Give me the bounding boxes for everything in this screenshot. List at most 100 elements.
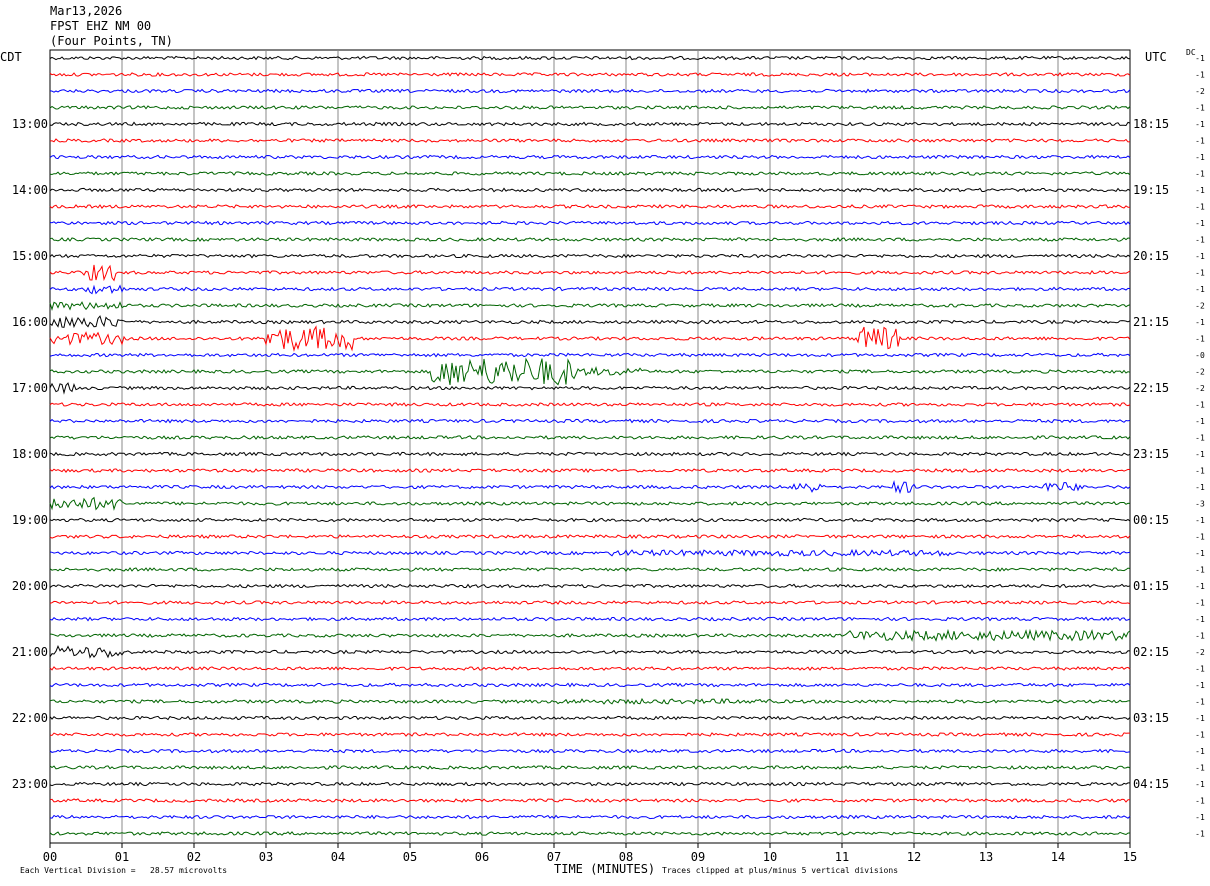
- dc-offset-label: -1: [1195, 269, 1205, 278]
- footer-scale-note: Each Vertical Division = 28.57 microvolt…: [20, 866, 228, 875]
- trace-line-18: [49, 352, 1131, 358]
- trace-line-3: [49, 105, 1131, 110]
- dc-offset-label: -1: [1195, 566, 1205, 575]
- dc-offset-label: -1: [1195, 236, 1205, 245]
- x-tick-label: 09: [691, 850, 705, 864]
- left-hour-label: 22:00: [12, 711, 48, 725]
- trace-line-36: [49, 645, 1131, 659]
- dc-offset-label: -1: [1195, 813, 1205, 822]
- dc-offset-label: -1: [1195, 615, 1205, 624]
- left-hour-label: 21:00: [12, 645, 48, 659]
- trace-line-39: [49, 697, 1131, 705]
- right-hour-label: 21:15: [1133, 315, 1169, 329]
- dc-offset-label: -2: [1195, 368, 1205, 377]
- x-tick-label: 12: [907, 850, 921, 864]
- right-hour-label: 23:15: [1133, 447, 1169, 461]
- right-hour-label: 02:15: [1133, 645, 1169, 659]
- trace-line-32: [49, 583, 1131, 589]
- trace-line-11: [49, 237, 1131, 242]
- dc-offset-label: -1: [1195, 830, 1205, 839]
- trace-line-16: [49, 315, 1131, 329]
- trace-line-24: [49, 451, 1131, 457]
- trace-line-35: [49, 628, 1131, 642]
- left-hour-label: 17:00: [12, 381, 48, 395]
- trace-line-20: [49, 382, 1131, 395]
- right-hour-label: 22:15: [1133, 381, 1169, 395]
- left-hour-label: 15:00: [12, 249, 48, 263]
- trace-line-4: [49, 121, 1131, 127]
- dc-offset-label: -1: [1195, 186, 1205, 195]
- x-tick-label: 04: [331, 850, 345, 864]
- dc-offset-label: -1: [1195, 780, 1205, 789]
- x-tick-label: 10: [763, 850, 777, 864]
- trace-line-43: [49, 765, 1131, 770]
- trace-line-29: [49, 534, 1131, 539]
- dc-offset-label: -1: [1195, 417, 1205, 426]
- dc-offset-label: -0: [1195, 351, 1205, 360]
- trace-line-34: [49, 616, 1131, 622]
- dc-offset-label: -1: [1195, 137, 1205, 146]
- dc-offset-label: -1: [1195, 71, 1205, 80]
- left-hour-label: 20:00: [12, 579, 48, 593]
- axis-labels: 00 01 02 03 04 05 06 07 08 09 10 11 12 13 14 15-1-1-2-1…: [12, 54, 1205, 864]
- left-hour-label: 14:00: [12, 183, 48, 197]
- trace-line-7: [49, 171, 1131, 176]
- trace-line-1: [49, 71, 1131, 77]
- trace-line-45: [49, 798, 1131, 803]
- trace-line-41: [49, 732, 1130, 737]
- dc-offset-label: -1: [1195, 335, 1205, 344]
- trace-line-6: [49, 154, 1131, 160]
- dc-offset-label: -1: [1195, 698, 1205, 707]
- dc-offset-label: -1: [1195, 120, 1205, 129]
- dc-offset-label: -2: [1195, 648, 1205, 657]
- dc-offset-label: -1: [1195, 401, 1205, 410]
- dc-offset-label: -1: [1195, 582, 1205, 591]
- x-tick-label: 15: [1123, 850, 1137, 864]
- dc-offset-label: -1: [1195, 731, 1205, 740]
- dc-offset-label: -1: [1195, 665, 1205, 674]
- dc-offset-label: -1: [1195, 681, 1205, 690]
- dc-offset-label: -1: [1195, 632, 1205, 641]
- dc-offset-label: -1: [1195, 203, 1205, 212]
- left-hour-label: 19:00: [12, 513, 48, 527]
- dc-offset-label: -1: [1195, 104, 1205, 113]
- plot-frame: [49, 49, 1131, 844]
- x-tick-label: 01: [115, 850, 129, 864]
- footer-clip-note: Traces clipped at plus/minus 5 vertical …: [662, 866, 899, 875]
- trace-line-40: [49, 715, 1131, 721]
- dc-offset-label: -1: [1195, 533, 1205, 542]
- right-hour-label: 18:15: [1133, 117, 1169, 131]
- trace-line-2: [49, 88, 1131, 94]
- dc-offset-label: -1: [1195, 54, 1205, 63]
- left-hour-label: 13:00: [12, 117, 48, 131]
- dc-offset-label: -1: [1195, 170, 1205, 179]
- x-tick-label: 14: [1051, 850, 1065, 864]
- dc-offset-label: -1: [1195, 219, 1205, 228]
- right-hour-label: 19:15: [1133, 183, 1169, 197]
- dc-offset-label: -1: [1195, 747, 1205, 756]
- dc-offset-label: -1: [1195, 252, 1205, 261]
- trace-line-28: [49, 517, 1131, 523]
- trace-line-44: [49, 781, 1130, 787]
- trace-line-46: [49, 814, 1131, 820]
- trace-line-25: [49, 468, 1131, 473]
- dc-offset-label: -1: [1195, 318, 1205, 327]
- trace-line-30: [49, 548, 1131, 557]
- trace-line-9: [49, 204, 1130, 209]
- trace-line-47: [49, 831, 1131, 836]
- x-tick-label: 06: [475, 850, 489, 864]
- x-tick-label: 03: [259, 850, 273, 864]
- dc-offset-label: -1: [1195, 516, 1205, 525]
- trace-line-8: [49, 187, 1131, 193]
- trace-line-23: [49, 435, 1131, 440]
- x-tick-label: 11: [835, 850, 849, 864]
- trace-line-27: [49, 496, 1131, 511]
- trace-line-15: [49, 301, 1131, 312]
- right-hour-label: 03:15: [1133, 711, 1169, 725]
- trace-line-14: [49, 284, 1131, 295]
- minute-gridlines: [121, 50, 1059, 843]
- helicorder-plot: 00 01 02 03 04 05 06 07 08 09 10 11 12 13 14 15-1-1-2-1…: [12, 49, 1205, 864]
- x-tick-label: 05: [403, 850, 417, 864]
- right-hour-label: 00:15: [1133, 513, 1169, 527]
- dc-offset-label: -1: [1195, 764, 1205, 773]
